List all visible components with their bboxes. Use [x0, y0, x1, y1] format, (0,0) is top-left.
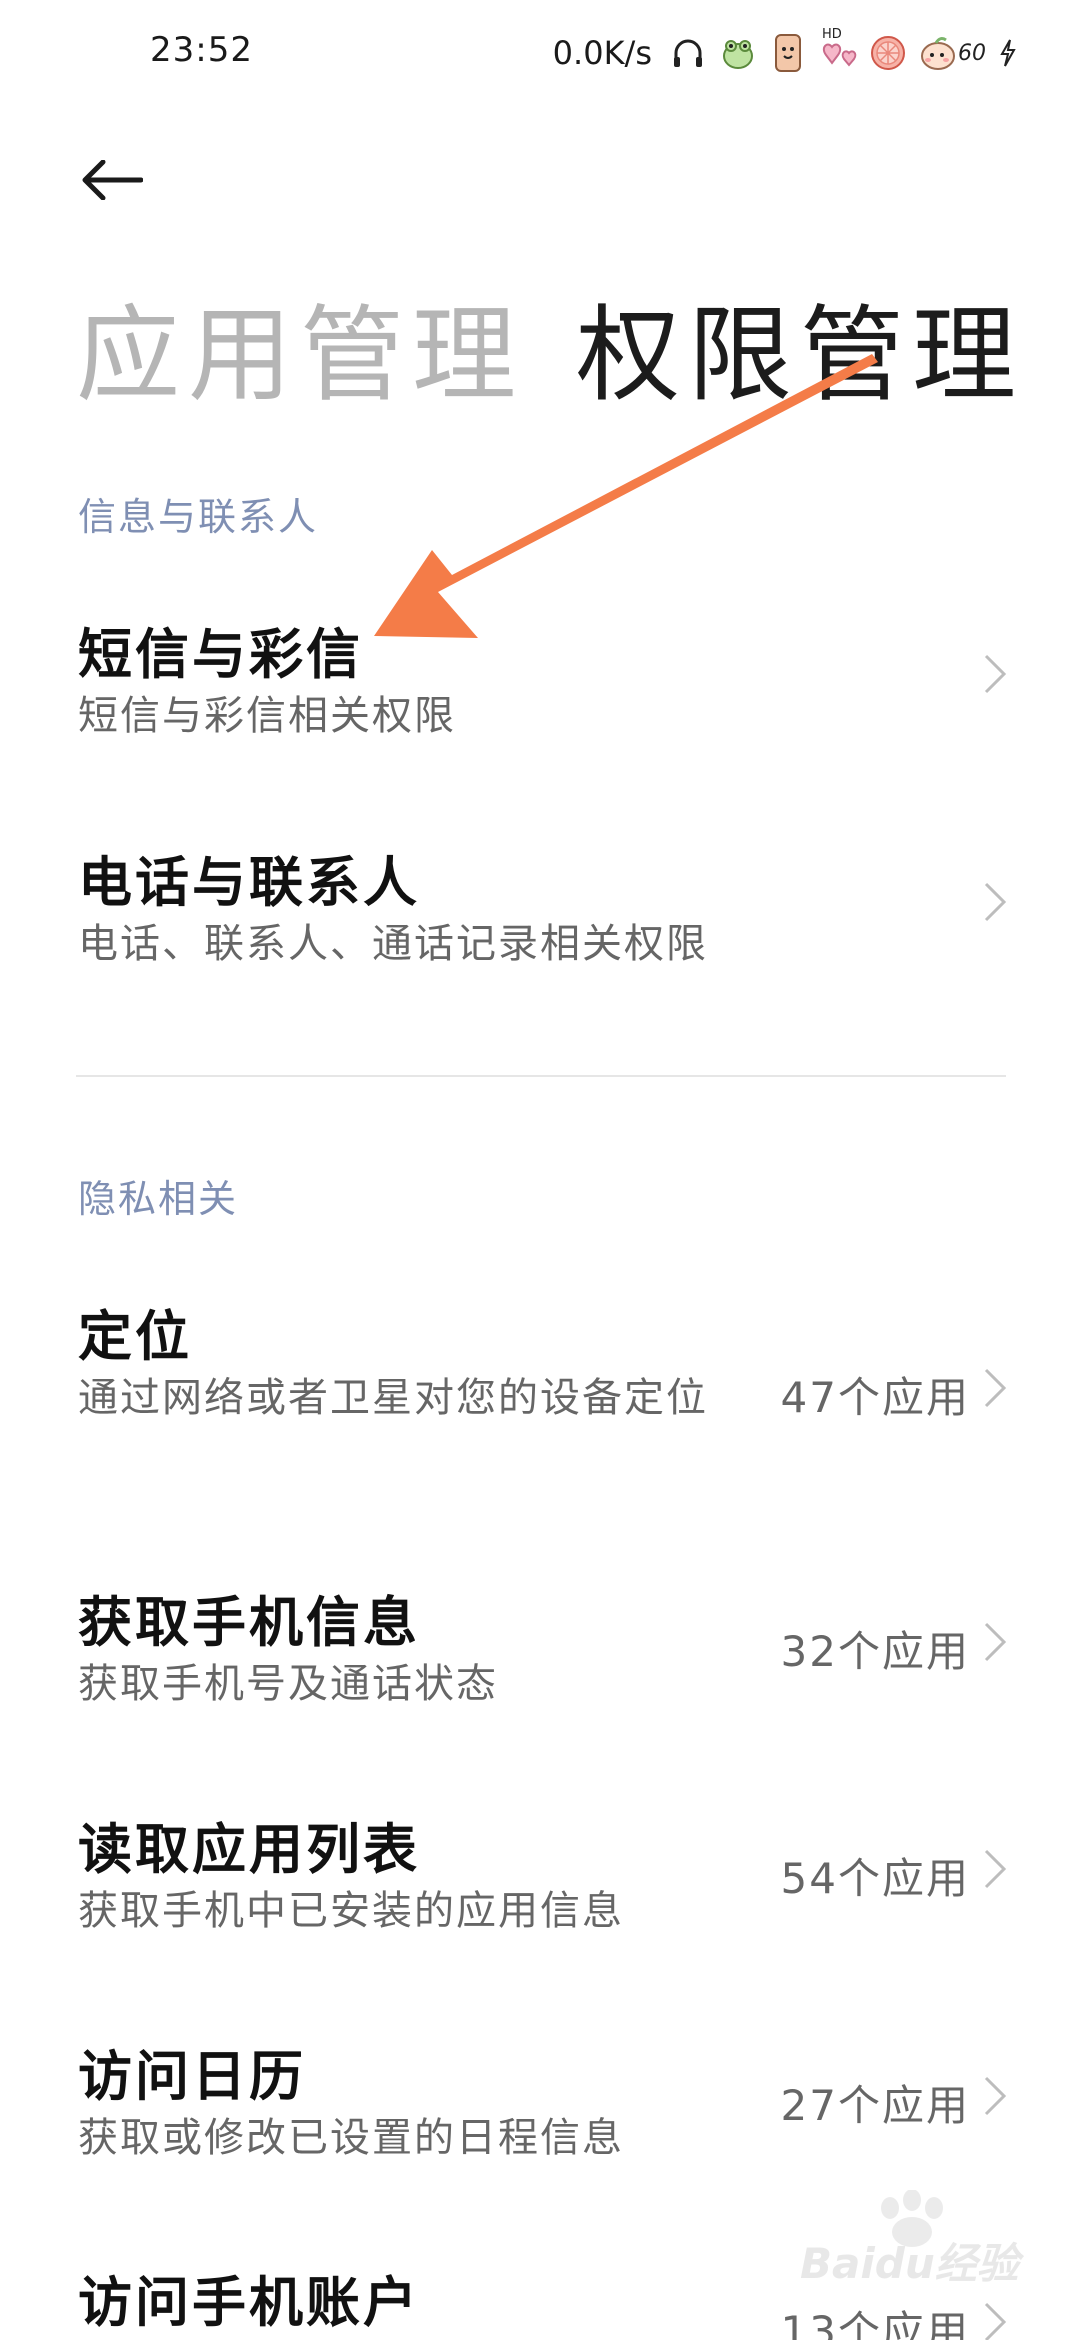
list-item-phone-info[interactable]: 获取手机信息 获取手机号及通话状态 32个应用: [0, 1578, 1080, 1728]
chevron-right-icon: [984, 1622, 1007, 1662]
item-subtitle: 获取手机中已安装的应用信息: [78, 1888, 624, 1934]
item-subtitle: 获取或修改已设置的日程信息: [78, 2115, 624, 2161]
phone-sticker-icon: [768, 33, 808, 73]
item-title: 获取手机信息: [78, 1591, 420, 1654]
status-icons: 0.0K/s HD 60: [552, 27, 1020, 78]
battery-level: 60: [958, 40, 986, 66]
section-divider: [76, 1075, 1006, 1077]
list-item-sms-mms[interactable]: 短信与彩信 短信与彩信相关权限: [0, 610, 1080, 760]
watermark-text: Baidu经验: [800, 2239, 1019, 2288]
charging-bolt-icon: [996, 33, 1020, 73]
network-speed: 0.0K/s: [552, 34, 652, 72]
back-arrow-icon: [82, 160, 143, 200]
peach-battery-icon: [918, 33, 962, 73]
status-bar: 23:52 0.0K/s HD 60: [0, 0, 1080, 110]
item-subtitle: 短信与彩信相关权限: [78, 693, 456, 739]
chevron-right-icon: [984, 2302, 1007, 2340]
item-title: 访问手机账户: [78, 2271, 420, 2334]
title-tabs: 应用管理 权限管理: [76, 270, 1024, 421]
chevron-right-icon: [984, 654, 1007, 694]
headphones-icon: [668, 33, 708, 73]
chevron-right-icon: [984, 1849, 1007, 1889]
app-count: 27个应用: [780, 2081, 970, 2130]
back-button[interactable]: [72, 140, 152, 220]
section-header-messages-contacts: 信息与联系人: [78, 495, 319, 539]
hd-label: HD: [822, 27, 842, 42]
app-count: 47个应用: [780, 1373, 970, 1422]
frog-sticker-icon: [718, 33, 758, 73]
list-item-phone-contacts[interactable]: 电话与联系人 电话、联系人、通话记录相关权限: [0, 838, 1080, 988]
item-subtitle: 通过网络或者卫星对您的设备定位: [78, 1375, 708, 1421]
baidu-watermark: Baidu经验: [800, 2190, 1030, 2300]
app-count: 13个应用: [780, 2307, 970, 2340]
app-count: 32个应用: [780, 1627, 970, 1676]
list-item-location[interactable]: 定位 通过网络或者卫星对您的设备定位 47个应用: [0, 1292, 1080, 1492]
item-title: 电话与联系人: [78, 851, 420, 914]
hd-signal-icon: HD: [818, 27, 858, 73]
item-title: 读取应用列表: [78, 1818, 420, 1881]
chevron-right-icon: [984, 1368, 1007, 1408]
status-time: 23:52: [150, 30, 253, 70]
section-header-privacy: 隐私相关: [78, 1177, 239, 1221]
chevron-right-icon: [984, 2076, 1007, 2116]
tab-app-management[interactable]: 应用管理: [76, 270, 524, 421]
tab-permission-management[interactable]: 权限管理: [576, 270, 1024, 421]
grapefruit-icon: [868, 33, 908, 73]
list-item-app-list[interactable]: 读取应用列表 获取手机中已安装的应用信息 54个应用: [0, 1805, 1080, 1955]
chevron-right-icon: [984, 882, 1007, 922]
item-subtitle: 电话、联系人、通话记录相关权限: [78, 921, 708, 967]
item-title: 定位: [78, 1305, 192, 1368]
list-item-calendar[interactable]: 访问日历 获取或修改已设置的日程信息 27个应用: [0, 2032, 1080, 2182]
item-title: 访问日历: [78, 2045, 306, 2108]
app-count: 54个应用: [780, 1854, 970, 1903]
item-title: 短信与彩信: [78, 623, 363, 686]
item-subtitle: 获取手机号及通话状态: [78, 1661, 498, 1707]
